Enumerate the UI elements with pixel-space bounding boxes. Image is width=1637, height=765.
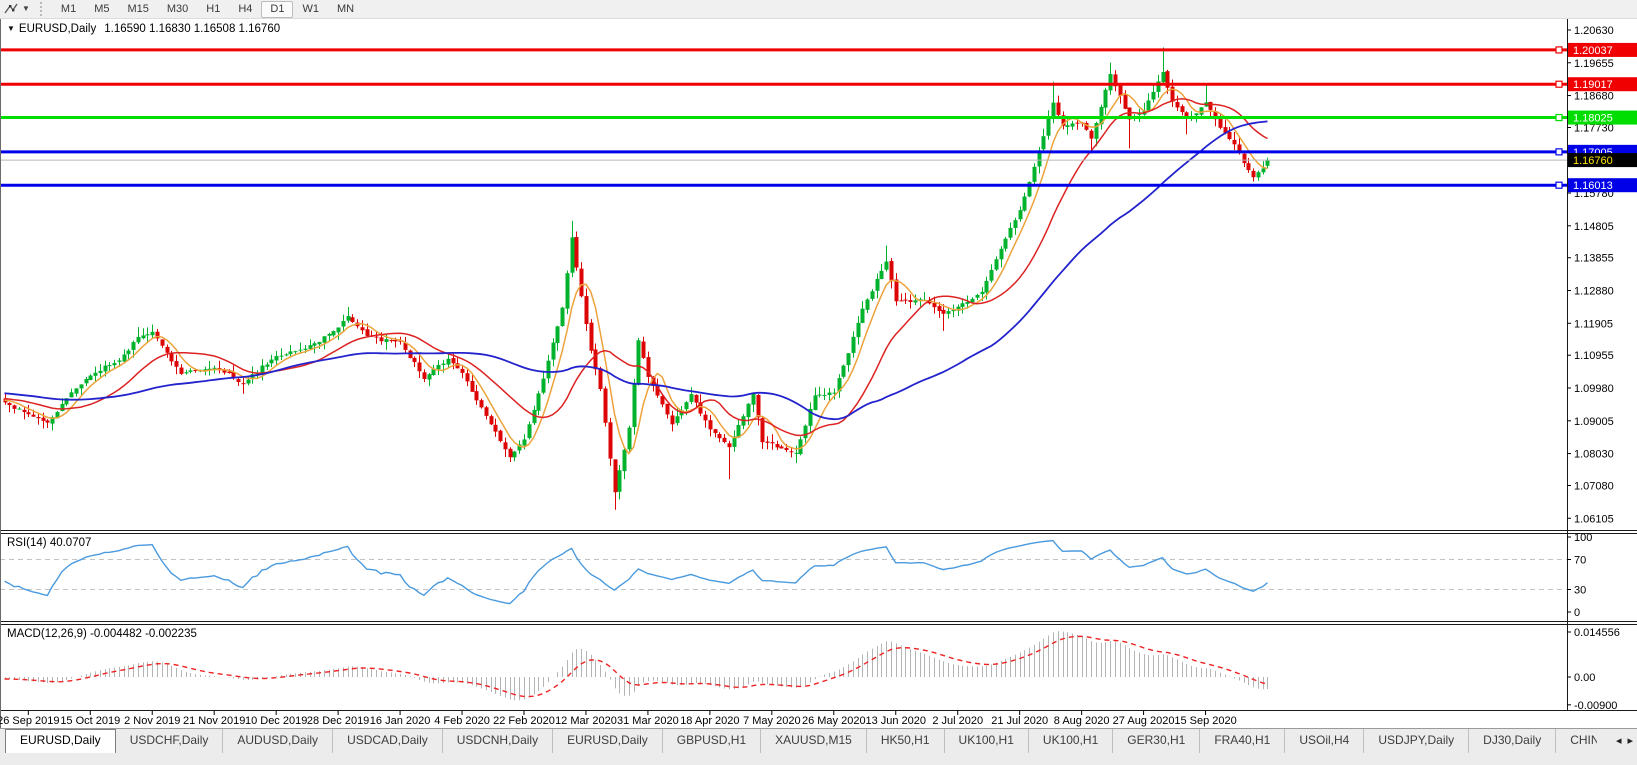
caret-down-icon: ▼ xyxy=(22,4,30,13)
chart-ohlc-values: 1.16590 1.16830 1.16508 1.16760 xyxy=(104,23,281,35)
svg-text:1.10955: 1.10955 xyxy=(1574,350,1614,362)
svg-text:21 Nov 2019: 21 Nov 2019 xyxy=(183,715,245,727)
svg-text:-0.00900: -0.00900 xyxy=(1574,700,1617,712)
line-handle[interactable] xyxy=(1555,113,1563,122)
price-tag-1.20037[interactable]: 1.20037 xyxy=(1568,42,1637,57)
line-studies-icon xyxy=(4,3,18,14)
svg-text:1.12880: 1.12880 xyxy=(1574,286,1614,298)
timeframe-button-m30[interactable]: M30 xyxy=(158,1,197,18)
svg-text:1.08030: 1.08030 xyxy=(1574,449,1614,461)
svg-text:10 Dec 2019: 10 Dec 2019 xyxy=(245,715,307,727)
svg-text:0.00: 0.00 xyxy=(1574,672,1595,684)
chart-tab-audusd-daily[interactable]: AUDUSD,Daily xyxy=(223,729,334,753)
svg-text:4 Feb 2020: 4 Feb 2020 xyxy=(434,715,490,727)
svg-text:1.13855: 1.13855 xyxy=(1574,253,1614,265)
svg-text:1.09980: 1.09980 xyxy=(1574,383,1614,395)
svg-text:30: 30 xyxy=(1574,585,1586,597)
chart-tab-usdcad-daily[interactable]: USDCAD,Daily xyxy=(333,729,443,753)
svg-text:27 Aug 2020: 27 Aug 2020 xyxy=(1113,715,1175,727)
current-price-tag[interactable]: 1.16760 xyxy=(1568,153,1637,168)
chart-tab-uk100-h1[interactable]: UK100,H1 xyxy=(1029,729,1114,753)
timeframe-button-w1[interactable]: W1 xyxy=(293,1,328,18)
chart-tabs: EURUSD,Daily USDCHF,Daily AUDUSD,Daily USDC… xyxy=(0,729,1597,753)
timeframe-button-h1[interactable]: H1 xyxy=(197,1,229,18)
chart-tab-usdcnh-daily[interactable]: USDCNH,Daily xyxy=(443,729,554,753)
tab-scroll-left-icon[interactable]: ◂ xyxy=(1616,730,1622,752)
svg-text:1.18680: 1.18680 xyxy=(1574,91,1614,103)
toolbar: ▼ M1 M5 M15 M30 H1 H4 D1 W1 MN xyxy=(0,0,1637,19)
chart-title: ▼ EURUSD,Daily 1.16590 1.16830 1.16508 1.1… xyxy=(7,23,280,35)
svg-text:21 Jul 2020: 21 Jul 2020 xyxy=(991,715,1048,727)
timeframe-button-m15[interactable]: M15 xyxy=(118,1,157,18)
chart-tab-bar: EURUSD,Daily USDCHF,Daily AUDUSD,Daily USDC… xyxy=(0,728,1637,765)
chart-tab-dj30-daily[interactable]: DJ30,Daily xyxy=(1469,729,1557,753)
svg-text:1.16013: 1.16013 xyxy=(1573,180,1613,192)
chart-tab-uk100-h1[interactable]: UK100,H1 xyxy=(945,729,1029,753)
svg-text:2 Jul 2020: 2 Jul 2020 xyxy=(932,715,983,727)
chart-tab-usdjpy-daily[interactable]: USDJPY,Daily xyxy=(1364,729,1470,753)
svg-text:26 Sep 2019: 26 Sep 2019 xyxy=(0,715,60,727)
svg-text:26 May 2020: 26 May 2020 xyxy=(802,715,866,727)
price-tag-1.19017[interactable]: 1.19017 xyxy=(1568,77,1637,92)
timeframe-button-m1[interactable]: M1 xyxy=(52,1,85,18)
svg-text:1.18025: 1.18025 xyxy=(1573,113,1613,125)
svg-text:0.014556: 0.014556 xyxy=(1574,627,1620,639)
svg-text:7 May 2020: 7 May 2020 xyxy=(743,715,800,727)
svg-text:16 Jan 2020: 16 Jan 2020 xyxy=(370,715,431,727)
svg-text:22 Feb 2020: 22 Feb 2020 xyxy=(493,715,555,727)
chart-tab-xauusd-m15[interactable]: XAUUSD,M15 xyxy=(761,729,867,753)
svg-text:28 Dec 2019: 28 Dec 2019 xyxy=(307,715,369,727)
tab-scroll-arrows: ◂ ▸ xyxy=(1597,729,1637,753)
svg-text:18 Apr 2020: 18 Apr 2020 xyxy=(680,715,739,727)
chart-tab-eurusd-daily[interactable]: EURUSD,Daily xyxy=(553,729,663,753)
price-tag-1.18025[interactable]: 1.18025 xyxy=(1568,110,1637,125)
line-handle[interactable] xyxy=(1555,148,1563,156)
chart-tab-china300-h1[interactable]: CHINA300,H1 xyxy=(1556,729,1597,753)
svg-text:1.16760: 1.16760 xyxy=(1573,155,1613,167)
chart-tab-hk50-h1[interactable]: HK50,H1 xyxy=(867,729,945,753)
timeframe-button-mn[interactable]: MN xyxy=(328,1,363,18)
svg-text:12 Mar 2020: 12 Mar 2020 xyxy=(555,715,617,727)
chart-tab-ger30-h1[interactable]: GER30,H1 xyxy=(1113,729,1201,753)
svg-text:15 Sep 2020: 15 Sep 2020 xyxy=(1174,715,1236,727)
svg-text:8 Aug 2020: 8 Aug 2020 xyxy=(1054,715,1110,727)
svg-text:1.11905: 1.11905 xyxy=(1574,318,1613,330)
svg-text:1.07080: 1.07080 xyxy=(1574,480,1614,492)
svg-text:1.09005: 1.09005 xyxy=(1574,416,1614,428)
svg-text:1.19655: 1.19655 xyxy=(1574,58,1614,70)
svg-text:2 Nov 2019: 2 Nov 2019 xyxy=(124,715,180,727)
chart-tab-gbpusd-h1[interactable]: GBPUSD,H1 xyxy=(663,729,762,753)
svg-text:70: 70 xyxy=(1574,555,1586,567)
macd-indicator-label: MACD(12,26,9) -0.004482 -0.002235 xyxy=(7,628,197,640)
svg-text:1.19017: 1.19017 xyxy=(1573,79,1613,91)
chart-tab-eurusd-daily[interactable]: EURUSD,Daily xyxy=(5,729,116,753)
line-handle[interactable] xyxy=(1555,46,1563,54)
chart-tab-fra40-h1[interactable]: FRA40,H1 xyxy=(1200,729,1286,753)
rsi-indicator-label: RSI(14) 40.0707 xyxy=(7,537,92,549)
tab-scroll-right-icon[interactable]: ▸ xyxy=(1627,730,1633,752)
svg-text:31 Mar 2020: 31 Mar 2020 xyxy=(617,715,679,727)
svg-text:1.06105: 1.06105 xyxy=(1574,513,1614,525)
line-handle[interactable] xyxy=(1555,181,1563,189)
chart-canvas[interactable]: 1.206301.196551.186801.177301.157801.148… xyxy=(0,0,1637,728)
timeframe-button-h4[interactable]: H4 xyxy=(229,1,261,18)
svg-text:13 Jun 2020: 13 Jun 2020 xyxy=(865,715,926,727)
toolbar-grip[interactable] xyxy=(39,2,47,16)
collapse-chart-icon[interactable]: ▼ xyxy=(7,24,15,33)
chart-tab-usdchf-daily[interactable]: USDCHF,Daily xyxy=(116,729,224,753)
svg-text:1.20630: 1.20630 xyxy=(1574,25,1614,37)
line-handle[interactable] xyxy=(1555,80,1563,88)
svg-text:0: 0 xyxy=(1574,607,1580,619)
price-tag-1.16013[interactable]: 1.16013 xyxy=(1568,178,1637,193)
line-studies-tool-button[interactable]: ▼ xyxy=(0,1,34,17)
svg-text:15 Oct 2019: 15 Oct 2019 xyxy=(60,715,120,727)
timeframe-button-m5[interactable]: M5 xyxy=(85,1,118,18)
chart-symbol-period: EURUSD,Daily xyxy=(18,23,97,35)
timeframe-button-d1[interactable]: D1 xyxy=(261,0,294,18)
svg-text:1.20037: 1.20037 xyxy=(1573,45,1613,57)
svg-text:100: 100 xyxy=(1574,532,1592,544)
timeframe-buttons: M1 M5 M15 M30 H1 H4 D1 W1 MN xyxy=(52,0,363,18)
chart-tab-usoil-h4[interactable]: USOil,H4 xyxy=(1285,729,1365,753)
svg-text:1.14805: 1.14805 xyxy=(1574,221,1614,233)
